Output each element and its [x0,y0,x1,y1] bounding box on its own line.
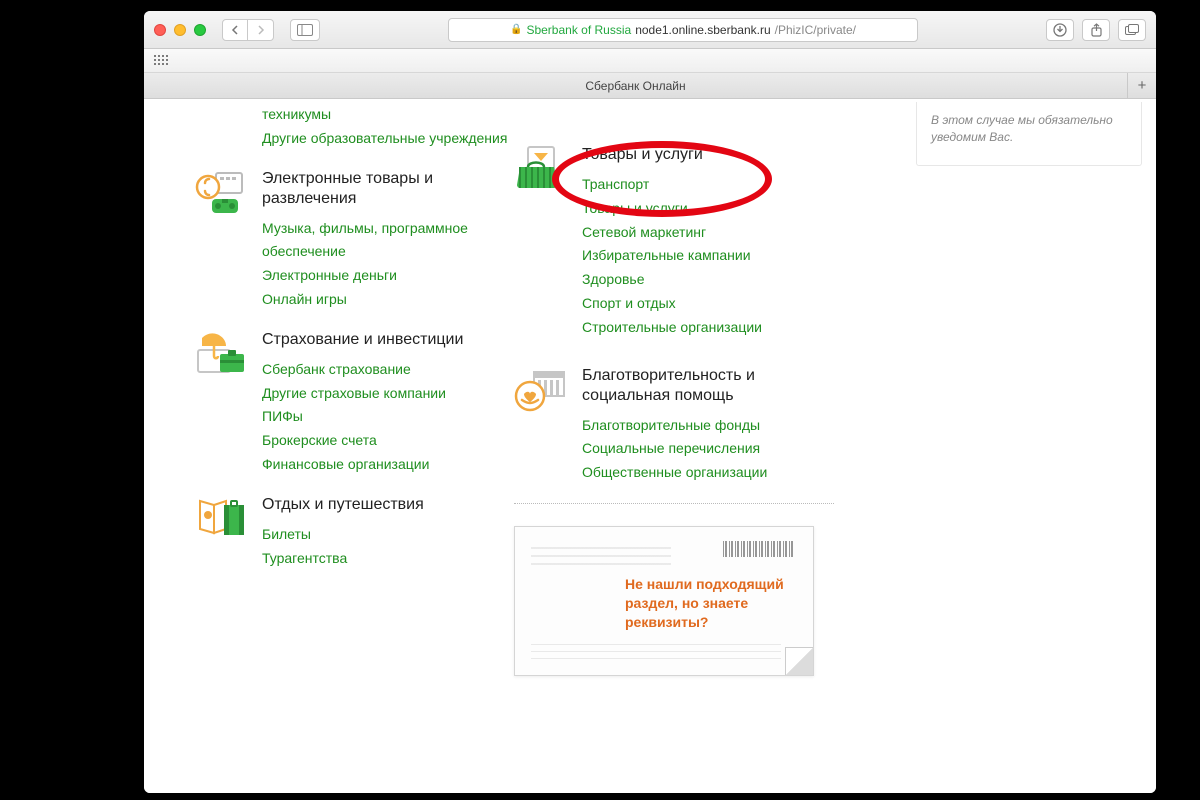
entertainment-icon [194,169,250,215]
link-health[interactable]: Здоровье [582,268,834,292]
address-bar[interactable]: 🔒 Sberbank of Russia node1.online.sberba… [448,18,918,42]
categories-column-left: техникумы Другие образовательные учрежде… [194,103,514,676]
promo-decoration [531,541,671,565]
maximize-window-button[interactable] [194,24,206,36]
category-charity: Благотворительность и социальная помощь … [514,366,834,485]
url-path: /PhizIC/private/ [775,23,856,37]
lock-icon: 🔒 [510,24,522,35]
new-tab-button[interactable]: + [1128,73,1156,98]
toolbar-right [1046,19,1146,41]
page-content: В этом случае мы обязательно уведомим Ва… [144,99,1156,793]
link-election[interactable]: Избирательные кампании [582,244,834,268]
info-note-text: В этом случае мы обязательно уведомим Ва… [931,113,1113,144]
category-goods-services: Товары и услуги Транспорт Товары и услуг… [514,145,834,340]
close-window-button[interactable] [154,24,166,36]
nav-buttons [222,19,274,41]
category-title: Благотворительность и социальная помощь [582,366,834,406]
travel-icon [194,495,250,541]
sidebar-toggle-button[interactable] [290,19,320,41]
category-title: Отдых и путешествия [262,495,514,515]
category-title: Страхование и инвестиции [262,330,514,350]
category-title: Электронные товары и развлечения [262,169,514,209]
categories-column-right: Товары и услуги Транспорт Товары и услуг… [514,103,834,676]
titlebar: 🔒 Sberbank of Russia node1.online.sberba… [144,11,1156,49]
link-other-insurance[interactable]: Другие страховые компании [262,382,514,406]
tabs-overview-button[interactable] [1118,19,1146,41]
link-sber-insurance[interactable]: Сбербанк страхование [262,358,514,382]
promo-message: Не нашли подходящий раздел, но знаете ре… [625,575,797,632]
category-entertainment: Электронные товары и развлечения Музыка,… [194,169,514,312]
education-links-tail: техникумы Другие образовательные учрежде… [262,103,514,151]
charity-icon [514,366,570,412]
link-e-money[interactable]: Электронные деньги [262,264,514,288]
tab-label: Сбербанк Онлайн [585,79,685,93]
link-tickets[interactable]: Билеты [262,523,514,547]
grip-icon[interactable] [154,55,172,67]
browser-window: 🔒 Sberbank of Russia node1.online.sberba… [144,11,1156,793]
page-fold-icon [785,647,813,675]
forward-button[interactable] [248,19,274,41]
category-title: Товары и услуги [582,145,834,165]
link-construction[interactable]: Строительные организации [582,316,834,340]
barcode-icon [723,541,795,557]
downloads-button[interactable] [1046,19,1074,41]
link-transport[interactable]: Транспорт [582,173,834,197]
link-sport[interactable]: Спорт и отдых [582,292,834,316]
link-music-films[interactable]: Музыка, фильмы, программное обеспечение [262,217,514,265]
promo-decoration-bottom [531,639,781,659]
section-divider [514,503,834,504]
share-button[interactable] [1082,19,1110,41]
minimize-window-button[interactable] [174,24,186,36]
link-broker[interactable]: Брокерские счета [262,429,514,453]
link-social-transfers[interactable]: Социальные перечисления [582,437,834,461]
link-fin-orgs[interactable]: Финансовые организации [262,453,514,477]
link-goods-services[interactable]: Товары и услуги [582,197,834,221]
category-insurance: Страхование и инвестиции Сбербанк страхо… [194,330,514,477]
secure-label: Sberbank of Russia [526,23,631,37]
info-note: В этом случае мы обязательно уведомим Ва… [916,102,1142,166]
link-public-orgs[interactable]: Общественные организации [582,461,834,485]
link-travel-agencies[interactable]: Турагентства [262,547,514,571]
link-online-games[interactable]: Онлайн игры [262,288,514,312]
link-tekhnikumy[interactable]: техникумы [262,103,514,127]
goods-services-icon [514,145,570,191]
insurance-icon [194,330,250,376]
link-pif[interactable]: ПИФы [262,405,514,429]
category-travel: Отдых и путешествия Билеты Турагентства [194,495,514,571]
link-mlm[interactable]: Сетевой маркетинг [582,221,834,245]
link-other-education[interactable]: Другие образовательные учреждения [262,127,514,151]
tab-sberbank-online[interactable]: Сбербанк Онлайн [144,73,1128,98]
tab-bar: Сбербанк Онлайн + [144,73,1156,99]
url-host: node1.online.sberbank.ru [635,23,770,37]
back-button[interactable] [222,19,248,41]
link-charity-funds[interactable]: Благотворительные фонды [582,414,834,438]
promo-card[interactable]: Не нашли подходящий раздел, но знаете ре… [514,526,814,676]
favorites-bar [144,49,1156,73]
window-controls [154,24,206,36]
